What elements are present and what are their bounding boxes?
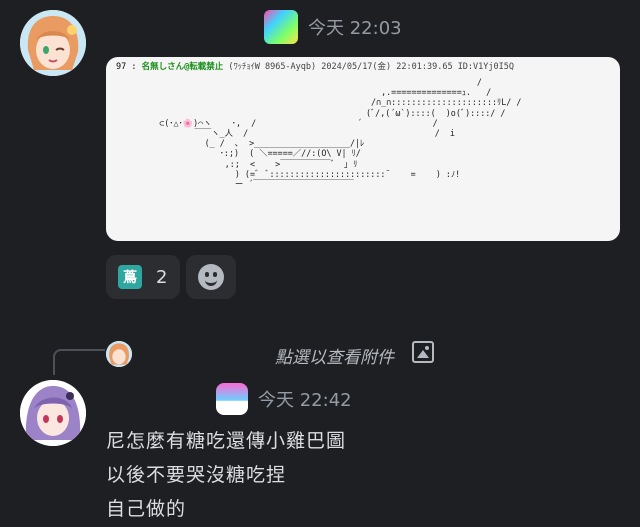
message-text: 尼怎麼有糖吃還傳小雞巴圖 xyxy=(106,430,347,452)
reaction-count: 2 xyxy=(156,266,168,288)
message-header: 今天 22:03 xyxy=(264,10,402,44)
reaction-emoji-icon: 蔦 xyxy=(118,265,142,289)
ascii-art: / ,.==============ｭ. / /∩_∩:::::::::::::… xyxy=(159,77,522,190)
reaction-button[interactable]: 蔦 2 xyxy=(106,255,180,299)
role-badge-icon xyxy=(216,383,248,415)
post-name: 名無しさん@転載禁止 xyxy=(141,62,224,72)
reply-avatar[interactable] xyxy=(106,341,132,367)
message-header: 今天 22:42 xyxy=(216,383,352,415)
text-attachment-image[interactable]: 97 : 名無しさん@転載禁止 (ﾜｯﾁｮｲW 8965-Ayqb) 2024/… xyxy=(106,57,620,241)
avatar-anime-girl-purple xyxy=(20,380,86,446)
reply-avatar-image xyxy=(106,341,132,367)
reply-preview-text[interactable]: 點選以查看附件 xyxy=(275,343,394,368)
smile-icon xyxy=(198,264,224,290)
reply-connector xyxy=(53,349,105,375)
role-badge-icon xyxy=(264,10,298,44)
message-text: 以後不要哭沒糖吃捏 xyxy=(106,464,287,486)
avatar-anime-girl-orange xyxy=(20,10,86,76)
timestamp: 今天 22:42 xyxy=(258,390,352,411)
add-reaction-button[interactable] xyxy=(186,255,236,299)
post-number: 97 xyxy=(116,62,127,72)
user-avatar[interactable] xyxy=(20,380,86,446)
message-text: 自己做的 xyxy=(106,498,187,520)
image-icon xyxy=(412,341,434,363)
post-meta: (ﾜｯﾁｮｲW 8965-Ayqb) 2024/05/17(金) 22:01:3… xyxy=(228,62,514,72)
post-header: 97 : 名無しさん@転載禁止 (ﾜｯﾁｮｲW 8965-Ayqb) 2024/… xyxy=(116,62,514,72)
timestamp: 今天 22:03 xyxy=(308,18,402,39)
user-avatar[interactable] xyxy=(20,10,86,76)
